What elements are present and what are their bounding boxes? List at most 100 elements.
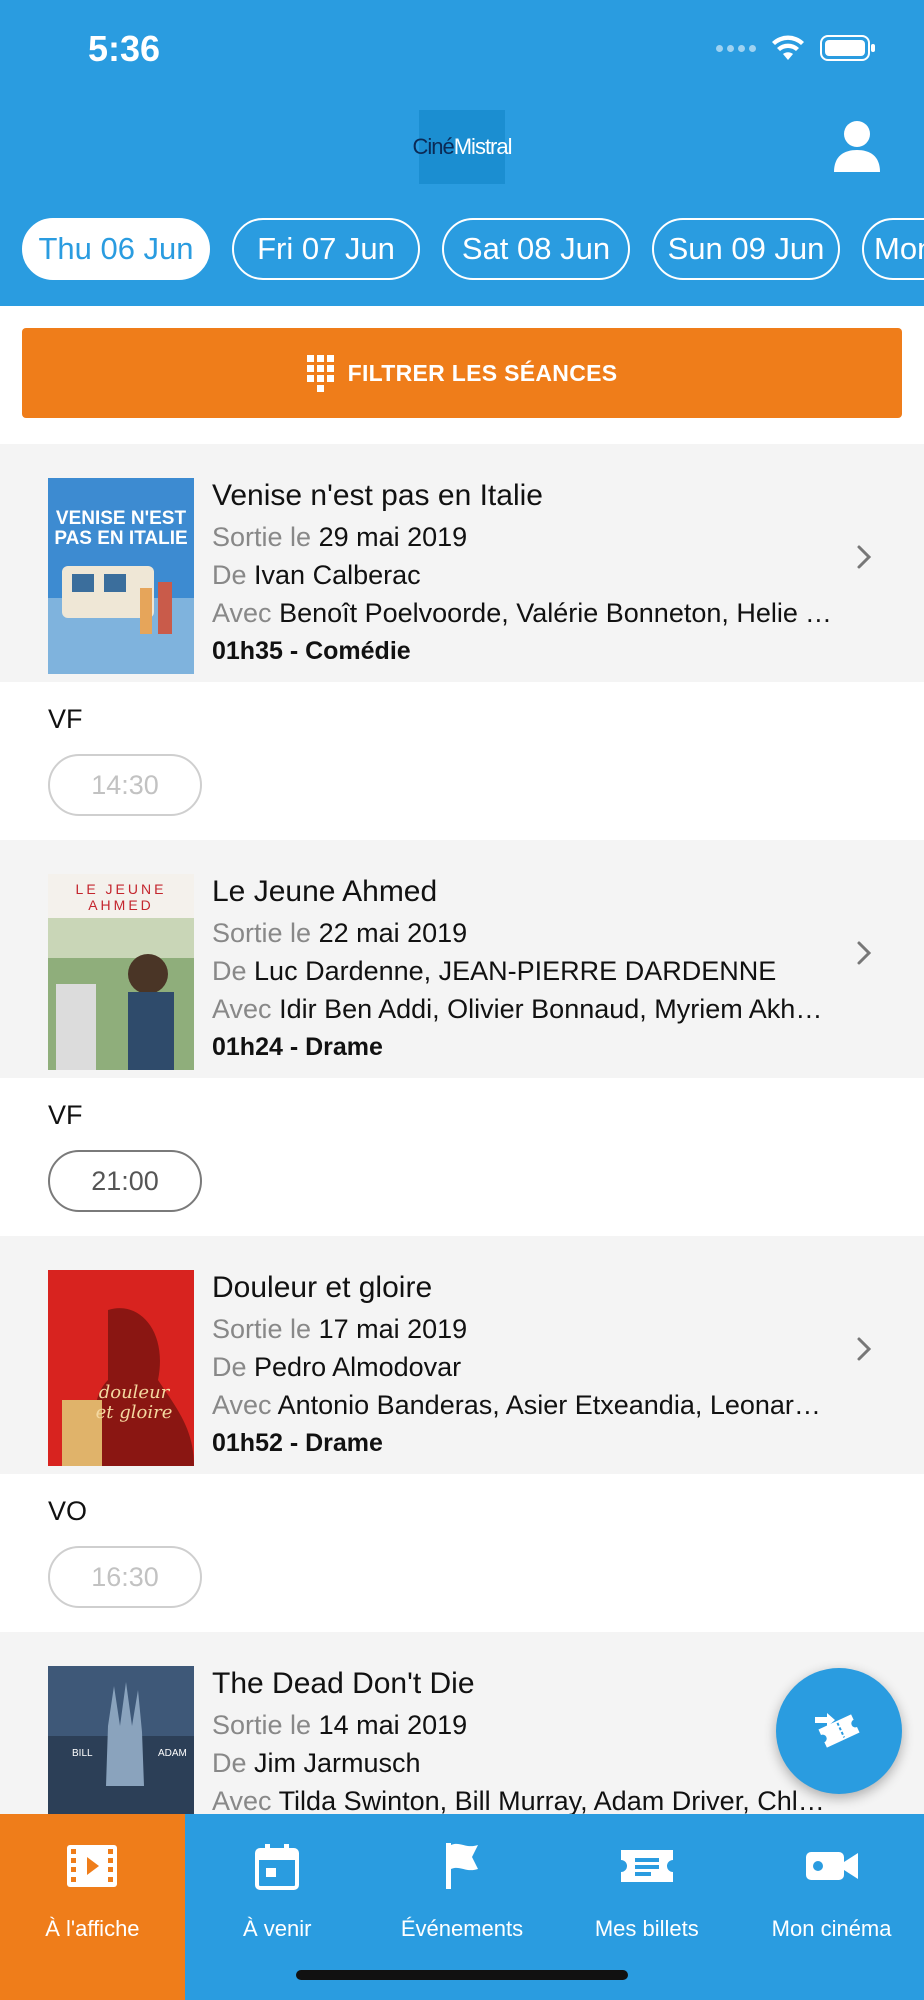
svg-text:LE JEUNE: LE JEUNE [76, 881, 167, 897]
ticket-icon [620, 1850, 673, 1882]
movie-card[interactable]: LE JEUNE AHMED Le Jeune Ahmed Sortie le … [0, 840, 924, 1078]
cast-label: Avec [212, 598, 272, 628]
cast-value: Antonio Banderas, Asier Etxeandia, Leona… [277, 1390, 832, 1420]
movie-title: Venise n'est pas en Italie [212, 479, 543, 512]
status-time: 5:36 [88, 28, 161, 69]
cast: Avec Tilda Swinton, Bill Murray, Adam Dr… [212, 1782, 832, 1814]
battery-icon [820, 35, 875, 61]
release-date: Sortie le 29 mai 2019 [212, 518, 832, 556]
date-tab-fri[interactable]: Fri 07 Jun [232, 218, 420, 280]
logo-text-cine: Ciné [412, 134, 454, 159]
director-label: De [212, 1352, 247, 1382]
cast-value: Benoît Poelvoorde, Valérie Bonneton, Hel… [279, 598, 832, 628]
movie-info: Douleur et gloire Sortie le 17 mai 2019 … [212, 1266, 832, 1462]
movie-poster: LE JEUNE AHMED [48, 874, 194, 1070]
duration-genre: 01h35 - Comédie [212, 637, 411, 665]
grid-icon [306, 354, 334, 392]
movie-card[interactable]: VENISE N'EST PAS EN ITALIE Venise n'est … [0, 444, 924, 682]
date-tab-mon[interactable]: Mon 10 Jun [862, 218, 924, 280]
movie-title: The Dead Don't Die [212, 1667, 475, 1700]
date-tab-thu[interactable]: Thu 06 Jun [22, 218, 210, 280]
release-label: Sortie le [212, 1710, 312, 1740]
signal-icon [716, 44, 756, 52]
cast-label: Avec [212, 1786, 272, 1814]
movie-card[interactable]: douleur et gloire Douleur et gloire Sort… [0, 1236, 924, 1474]
director: De Luc Dardenne, JEAN-PIERRE DARDENNE [212, 952, 832, 990]
showtime-button[interactable]: 21:00 [48, 1150, 202, 1212]
svg-text:ADAM: ADAM [158, 1748, 187, 1759]
director: De Jim Jarmusch [212, 1744, 832, 1782]
release-label: Sortie le [212, 918, 312, 948]
version-label: VF [48, 1100, 83, 1130]
cast: Avec Benoît Poelvoorde, Valérie Bonneton… [212, 594, 832, 632]
tab-my-cinema[interactable]: Mon cinéma [739, 1814, 924, 2000]
director-value: Pedro Almodovar [254, 1352, 462, 1382]
user-profile-icon[interactable] [832, 120, 882, 172]
tab-label: À venir [242, 1916, 312, 1941]
home-indicator[interactable] [296, 1970, 628, 1980]
film-icon [67, 1845, 118, 1887]
logo-text-mistral: Mistral [453, 134, 513, 159]
session-block: VO 16:30 [0, 1474, 924, 1632]
tab-label: Événements [400, 1916, 524, 1941]
cast-value: Idir Ben Addi, Olivier Bonnaud, Myriem A… [279, 994, 832, 1024]
director: De Pedro Almodovar [212, 1348, 832, 1386]
release-value: 29 mai 2019 [318, 522, 468, 552]
svg-text:douleur: douleur [99, 1382, 171, 1403]
duration-genre: 01h24 - Drame [212, 1033, 383, 1061]
director: De Ivan Calberac [212, 556, 832, 594]
release-label: Sortie le [212, 1314, 312, 1344]
filter-sessions-button[interactable]: FILTRER LES SÉANCES [22, 328, 902, 418]
director-label: De [212, 560, 247, 590]
date-tab-sun[interactable]: Sun 09 Jun [652, 218, 840, 280]
cast-label: Avec [212, 994, 272, 1024]
movie-title: Le Jeune Ahmed [212, 875, 438, 908]
session-block: VF 14:30 [0, 682, 924, 840]
director-label: De [212, 956, 247, 986]
movie-info: Venise n'est pas en Italie Sortie le 29 … [212, 474, 832, 670]
tab-label: À l'affiche [45, 1916, 140, 1941]
chevron-right-icon [857, 1337, 872, 1361]
svg-text:PAS EN ITALIE: PAS EN ITALIE [54, 528, 187, 549]
date-tab-sat[interactable]: Sat 08 Jun [442, 218, 630, 280]
svg-text:BILL: BILL [72, 1748, 93, 1759]
cast-label: Avec [212, 1390, 272, 1420]
cast: Avec Antonio Banderas, Asier Etxeandia, … [212, 1386, 832, 1424]
app-header: 5:36 Ciné Mistral Thu 06 Jun Fri 07 Jun S… [0, 0, 924, 306]
movie-info: Le Jeune Ahmed Sortie le 22 mai 2019 De … [212, 870, 832, 1066]
release-value: 14 mai 2019 [318, 1710, 468, 1740]
movie-poster: VENISE N'EST PAS EN ITALIE [48, 478, 194, 674]
cast-value: Tilda Swinton, Bill Murray, Adam Driver,… [278, 1786, 832, 1814]
tab-label: Mes billets [594, 1916, 699, 1941]
svg-text:AHMED: AHMED [88, 897, 154, 913]
filter-label: FILTRER LES SÉANCES [347, 359, 618, 386]
tab-label: Mon cinéma [771, 1916, 892, 1941]
movie-poster: BILL ADAM [48, 1666, 194, 1814]
svg-text:VENISE N'EST: VENISE N'EST [56, 508, 187, 529]
release-value: 17 mai 2019 [318, 1314, 468, 1344]
cast: Avec Idir Ben Addi, Olivier Bonnaud, Myr… [212, 990, 832, 1028]
version-label: VF [48, 704, 83, 734]
movie-poster: douleur et gloire [48, 1270, 194, 1466]
duration-genre: 01h52 - Drame [212, 1429, 383, 1457]
showtime-button[interactable]: 14:30 [48, 754, 202, 816]
wifi-icon [772, 35, 804, 60]
release-label: Sortie le [212, 522, 312, 552]
director-value: Ivan Calberac [254, 560, 421, 590]
version-label: VO [48, 1496, 88, 1526]
showtime-button[interactable]: 16:30 [48, 1546, 202, 1608]
svg-text:et gloire: et gloire [96, 1402, 173, 1423]
release-date: Sortie le 22 mai 2019 [212, 914, 832, 952]
quick-ticket-button[interactable] [776, 1668, 902, 1794]
movie-title: Douleur et gloire [212, 1271, 433, 1304]
director-label: De [212, 1748, 247, 1778]
director-value: Jim Jarmusch [254, 1748, 421, 1778]
director-value: Luc Dardenne, JEAN-PIERRE DARDENNE [254, 956, 777, 986]
ticket-arrow-icon [815, 1713, 860, 1748]
cinema-logo[interactable]: Ciné Mistral [412, 110, 513, 184]
chevron-right-icon [857, 941, 872, 965]
tab-now-showing[interactable]: À l'affiche [0, 1814, 185, 2000]
release-date: Sortie le 17 mai 2019 [212, 1310, 832, 1348]
chevron-right-icon [857, 545, 872, 569]
flag-icon [445, 1843, 478, 1889]
